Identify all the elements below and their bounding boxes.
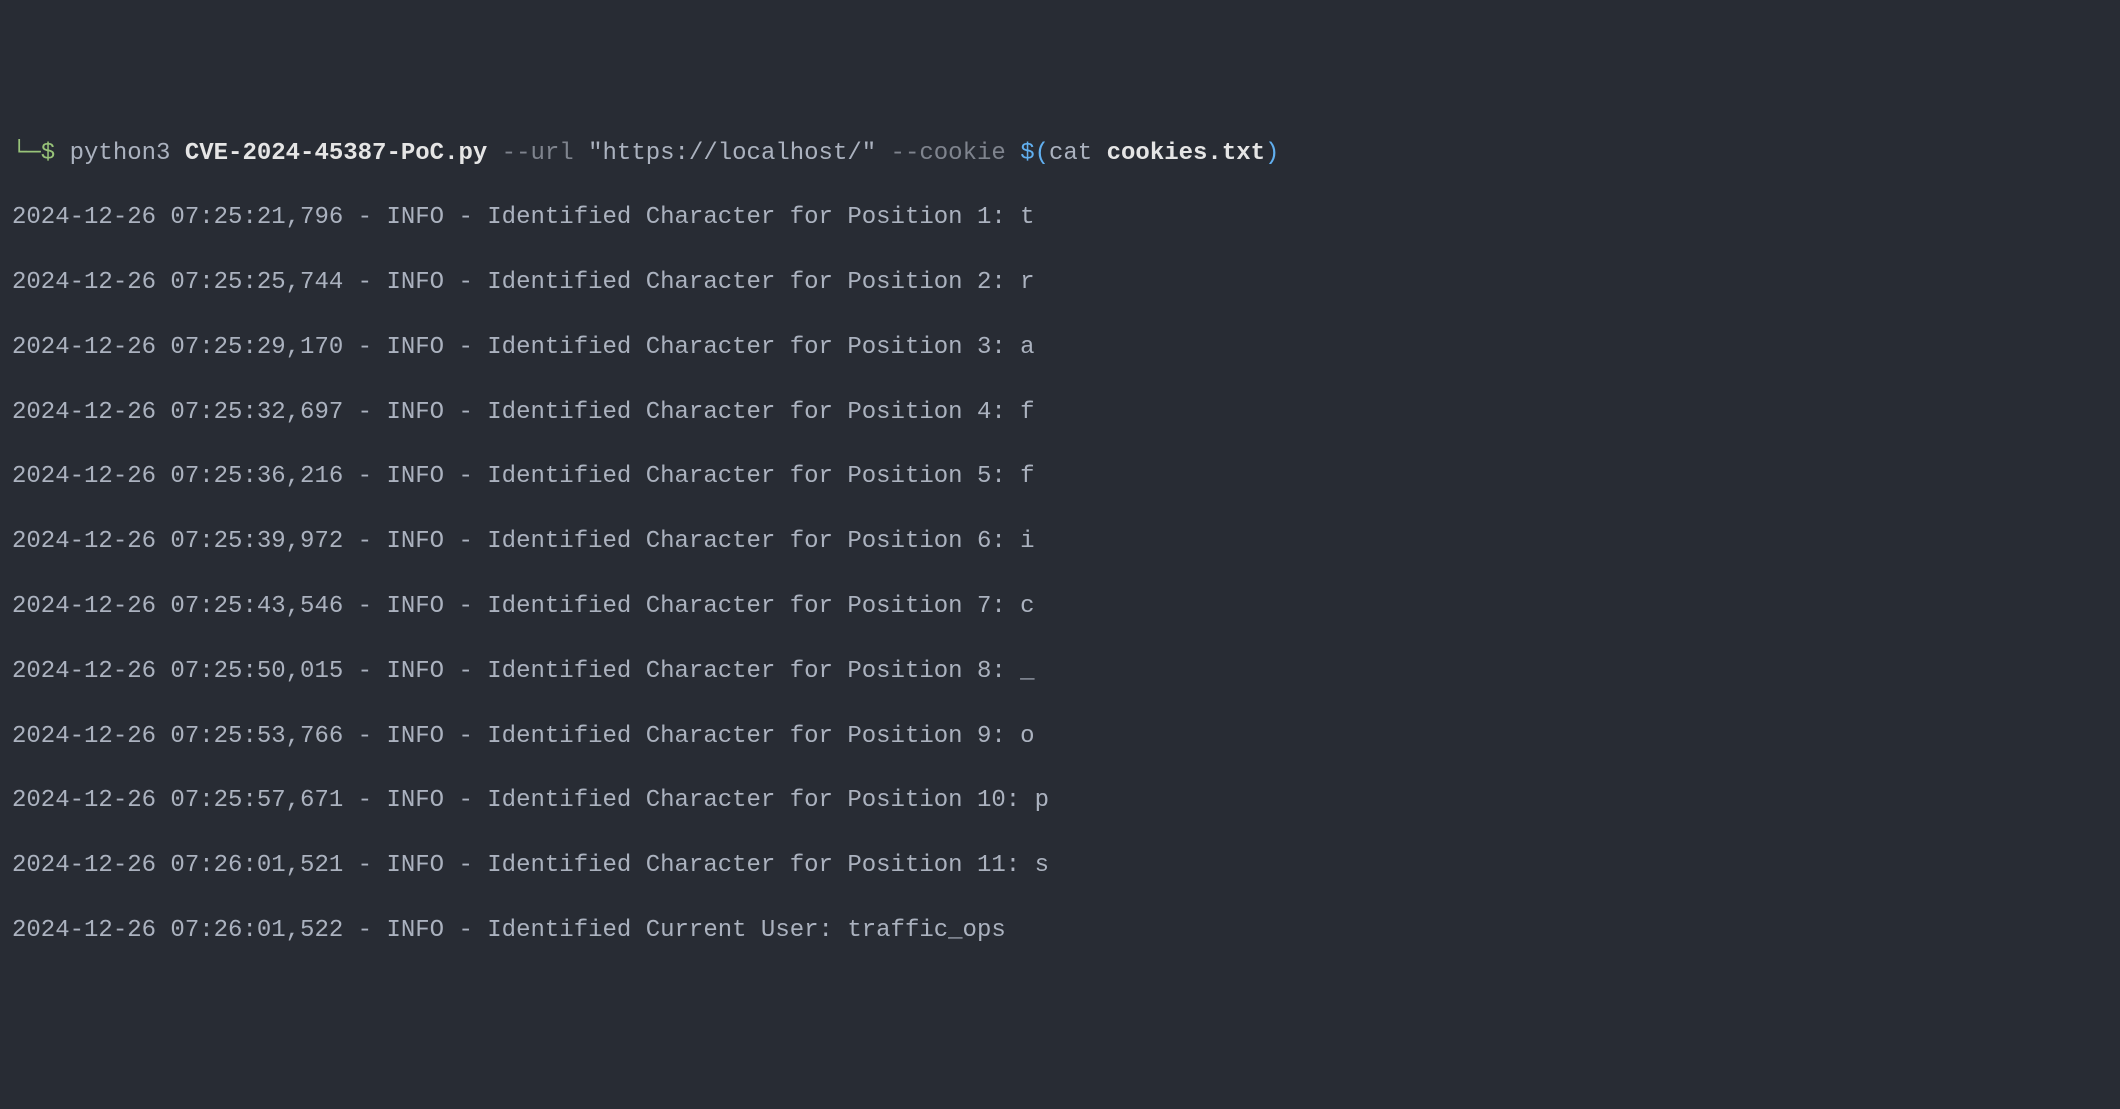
log-line: 2024-12-26 07:25:50,015 - INFO - Identif… (12, 656, 2108, 688)
log-line: 2024-12-26 07:26:01,521 - INFO - Identif… (12, 850, 2108, 882)
prompt-line: └─$ python3 CVE-2024-45387-PoC.py --url … (12, 138, 2108, 170)
log-line: 2024-12-26 07:26:01,522 - INFO - Identif… (12, 915, 2108, 947)
subst-close: ) (1265, 138, 1279, 170)
flag-cookie: --cookie (876, 138, 1020, 170)
log-line: 2024-12-26 07:25:21,796 - INFO - Identif… (12, 202, 2108, 234)
subst-open: $( (1020, 138, 1049, 170)
log-line: 2024-12-26 07:25:57,671 - INFO - Identif… (12, 785, 2108, 817)
log-line: 2024-12-26 07:25:32,697 - INFO - Identif… (12, 397, 2108, 429)
cookie-file: cookies.txt (1107, 138, 1265, 170)
script-name: CVE-2024-45387-PoC.py (185, 138, 487, 170)
command-cat: cat (1049, 138, 1107, 170)
log-line: 2024-12-26 07:25:53,766 - INFO - Identif… (12, 721, 2108, 753)
log-line: 2024-12-26 07:25:29,170 - INFO - Identif… (12, 332, 2108, 364)
log-line: 2024-12-26 07:25:25,744 - INFO - Identif… (12, 267, 2108, 299)
prompt-symbol: └─$ (12, 138, 70, 170)
command-python: python3 (70, 138, 185, 170)
url-value: "https://localhost/" (588, 138, 876, 170)
flag-url: --url (487, 138, 588, 170)
log-line: 2024-12-26 07:25:43,546 - INFO - Identif… (12, 591, 2108, 623)
log-line: 2024-12-26 07:25:39,972 - INFO - Identif… (12, 526, 2108, 558)
log-line: 2024-12-26 07:25:36,216 - INFO - Identif… (12, 461, 2108, 493)
